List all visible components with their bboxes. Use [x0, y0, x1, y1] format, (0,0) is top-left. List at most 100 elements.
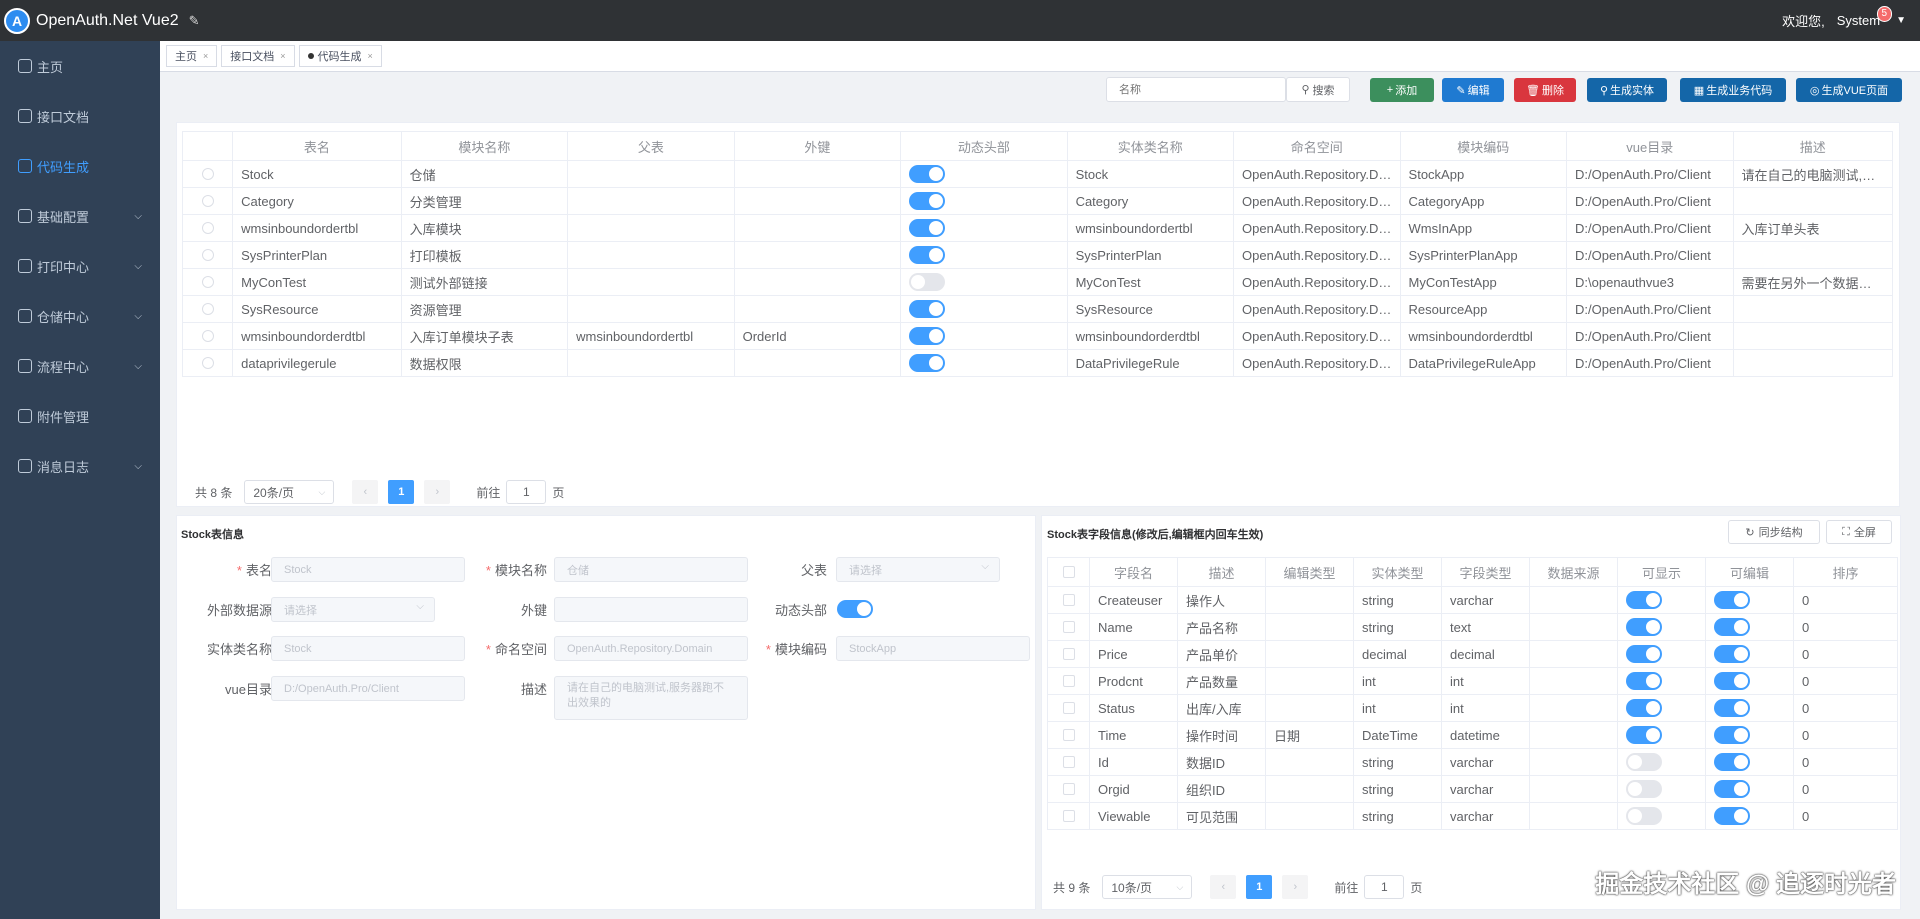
row-radio[interactable] — [201, 168, 214, 180]
table-row[interactable]: Orgid 组织ID string varchar 0 — [1047, 775, 1898, 803]
caret-down-icon[interactable]: ▼ — [1896, 15, 1906, 26]
add-button[interactable]: + 添加 — [1370, 78, 1434, 102]
column-header[interactable]: vue目录 — [1566, 131, 1734, 161]
column-header[interactable]: 字段名 — [1089, 557, 1178, 587]
show-switch[interactable] — [1626, 591, 1662, 609]
prev-page-button[interactable]: ‹ — [352, 480, 379, 504]
row-checkbox[interactable] — [1062, 621, 1075, 633]
show-switch[interactable] — [1626, 645, 1662, 663]
fields-page-size-select[interactable]: 10条/页 ⌵ — [1102, 875, 1193, 899]
column-header[interactable]: 外键 — [733, 131, 902, 161]
editable-switch[interactable] — [1714, 618, 1750, 636]
table-row[interactable]: Prodcnt 产品数量 int int 0 — [1047, 667, 1898, 695]
dynamic-header-switch[interactable] — [909, 273, 946, 291]
sync-structure-button[interactable]: ↻ 同步结构 — [1728, 520, 1820, 544]
tag-1[interactable]: 接口文档 × — [221, 45, 295, 67]
column-header[interactable]: 字段类型 — [1441, 557, 1530, 587]
goto-page-input[interactable]: 1 — [506, 480, 547, 504]
row-radio[interactable] — [201, 276, 214, 288]
sidebar-item-7[interactable]: 附件管理 — [0, 391, 160, 441]
vue-dir-input[interactable]: D:/OpenAuth.Pro/Client — [271, 676, 465, 701]
fields-goto-page-input[interactable]: 1 — [1364, 875, 1405, 899]
row-radio[interactable] — [201, 330, 214, 342]
row-radio[interactable] — [201, 222, 214, 234]
column-header[interactable]: 排序 — [1793, 557, 1898, 587]
show-switch[interactable] — [1626, 753, 1662, 771]
row-checkbox[interactable] — [1062, 756, 1075, 768]
dynamic-header-switch[interactable] — [909, 300, 946, 318]
sidebar-item-0[interactable]: 主页 — [0, 41, 160, 91]
show-switch[interactable] — [1626, 672, 1662, 690]
row-checkbox[interactable] — [1062, 594, 1075, 606]
tag-0[interactable]: 主页 × — [166, 45, 218, 67]
sidebar-item-4[interactable]: 打印中心 ⌵ — [0, 241, 160, 291]
pin-icon[interactable]: ✎ — [189, 13, 200, 29]
column-header[interactable]: 模块名称 — [400, 131, 569, 161]
description-textarea[interactable]: 请在自己的电脑测试,服务器跑不出效果的 — [554, 676, 748, 720]
show-switch[interactable] — [1626, 699, 1662, 717]
module-code-input[interactable]: StockApp — [836, 636, 1030, 661]
table-row[interactable]: Createuser 操作人 string varchar 0 — [1047, 586, 1898, 614]
table-row[interactable]: Price 产品单价 decimal decimal 0 — [1047, 640, 1898, 668]
gen-vue-button[interactable]: ◎ 生成VUE页面 — [1796, 78, 1902, 102]
page-1-button[interactable]: 1 — [388, 480, 415, 504]
gen-entity-button[interactable]: ⚲ 生成实体 — [1587, 78, 1667, 102]
entity-name-input[interactable]: Stock — [271, 636, 465, 661]
column-header[interactable]: 表名 — [232, 131, 402, 161]
search-button[interactable]: ⚲ 搜索 — [1286, 77, 1350, 102]
column-header[interactable]: 描述 — [1177, 557, 1266, 587]
table-row[interactable]: Category 分类管理 Category OpenAuth.Repository.… — [181, 187, 1893, 215]
row-checkbox[interactable] — [1062, 648, 1075, 660]
fullscreen-button[interactable]: ⛶ 全屏 — [1826, 520, 1892, 544]
page-size-select[interactable]: 20条/页 ⌵ — [244, 480, 335, 504]
column-header[interactable]: 父表 — [567, 131, 735, 161]
table-row[interactable]: Status 出库/入库 int int 0 — [1047, 694, 1898, 722]
next-page-button[interactable]: › — [424, 480, 451, 504]
editable-switch[interactable] — [1714, 591, 1750, 609]
table-row[interactable]: Time 操作时间 日期 DateTime datetime 0 — [1047, 721, 1898, 749]
table-row[interactable]: Id 数据ID string varchar 0 — [1047, 748, 1898, 776]
edit-button[interactable]: ✎ 编辑 — [1442, 78, 1504, 102]
module-name-input[interactable]: 仓储 — [554, 557, 748, 582]
external-source-select[interactable]: 请选择 — [271, 597, 435, 622]
editable-switch[interactable] — [1714, 807, 1750, 825]
close-icon[interactable]: × — [203, 51, 208, 61]
editable-switch[interactable] — [1714, 699, 1750, 717]
column-header[interactable]: 编辑类型 — [1265, 557, 1354, 587]
table-row[interactable]: Stock 仓储 Stock OpenAuth.Repository.Domain St… — [181, 160, 1893, 188]
column-header[interactable]: 动态头部 — [900, 131, 1068, 161]
table-row[interactable]: Name 产品名称 string text 0 — [1047, 613, 1898, 641]
show-switch[interactable] — [1626, 807, 1662, 825]
row-checkbox[interactable] — [1062, 810, 1075, 822]
dynamic-header-switch[interactable] — [909, 219, 946, 237]
sidebar-item-6[interactable]: 流程中心 ⌵ — [0, 341, 160, 391]
close-icon[interactable]: × — [368, 51, 373, 61]
row-checkbox[interactable] — [1062, 729, 1075, 741]
column-header[interactable]: 模块编码 — [1399, 131, 1568, 161]
sidebar-item-8[interactable]: 消息日志 ⌵ — [0, 441, 160, 491]
namespace-input[interactable]: OpenAuth.Repository.Domain — [554, 636, 748, 661]
column-header[interactable]: 数据来源 — [1529, 557, 1618, 587]
sidebar-item-3[interactable]: 基础配置 ⌵ — [0, 191, 160, 241]
dynamic-header-switch[interactable] — [837, 600, 873, 618]
column-header[interactable]: 实体类型 — [1353, 557, 1442, 587]
user-menu[interactable]: System 5 — [1837, 6, 1893, 28]
row-radio[interactable] — [201, 195, 214, 207]
select-all-checkbox[interactable] — [1062, 566, 1075, 578]
sidebar-item-5[interactable]: 仓储中心 ⌵ — [0, 291, 160, 341]
dynamic-header-switch[interactable] — [909, 327, 946, 345]
sidebar-item-2[interactable]: 代码生成 — [0, 141, 160, 191]
dynamic-header-switch[interactable] — [909, 165, 946, 183]
parent-table-select[interactable]: 请选择 — [836, 557, 1000, 582]
table-row[interactable]: SysPrinterPlan 打印模板 SysPrinterPlan OpenAuth… — [181, 241, 1893, 269]
row-radio[interactable] — [201, 249, 214, 261]
column-header[interactable]: 描述 — [1732, 131, 1893, 161]
table-row[interactable]: SysResource 资源管理 SysResource OpenAuth.Repos… — [181, 295, 1893, 323]
column-header[interactable]: 命名空间 — [1233, 131, 1401, 161]
editable-switch[interactable] — [1714, 780, 1750, 798]
fields-prev-page-button[interactable]: ‹ — [1210, 875, 1237, 899]
table-row[interactable]: wmsinboundorderdtbl 入库订单模块子表 wmsinboundord… — [181, 322, 1893, 350]
table-row[interactable]: MyConTest 测试外部链接 MyConTest OpenAuth.Reposit… — [181, 268, 1893, 296]
column-header[interactable]: 可显示 — [1617, 557, 1706, 587]
foreign-key-input[interactable] — [554, 597, 748, 622]
